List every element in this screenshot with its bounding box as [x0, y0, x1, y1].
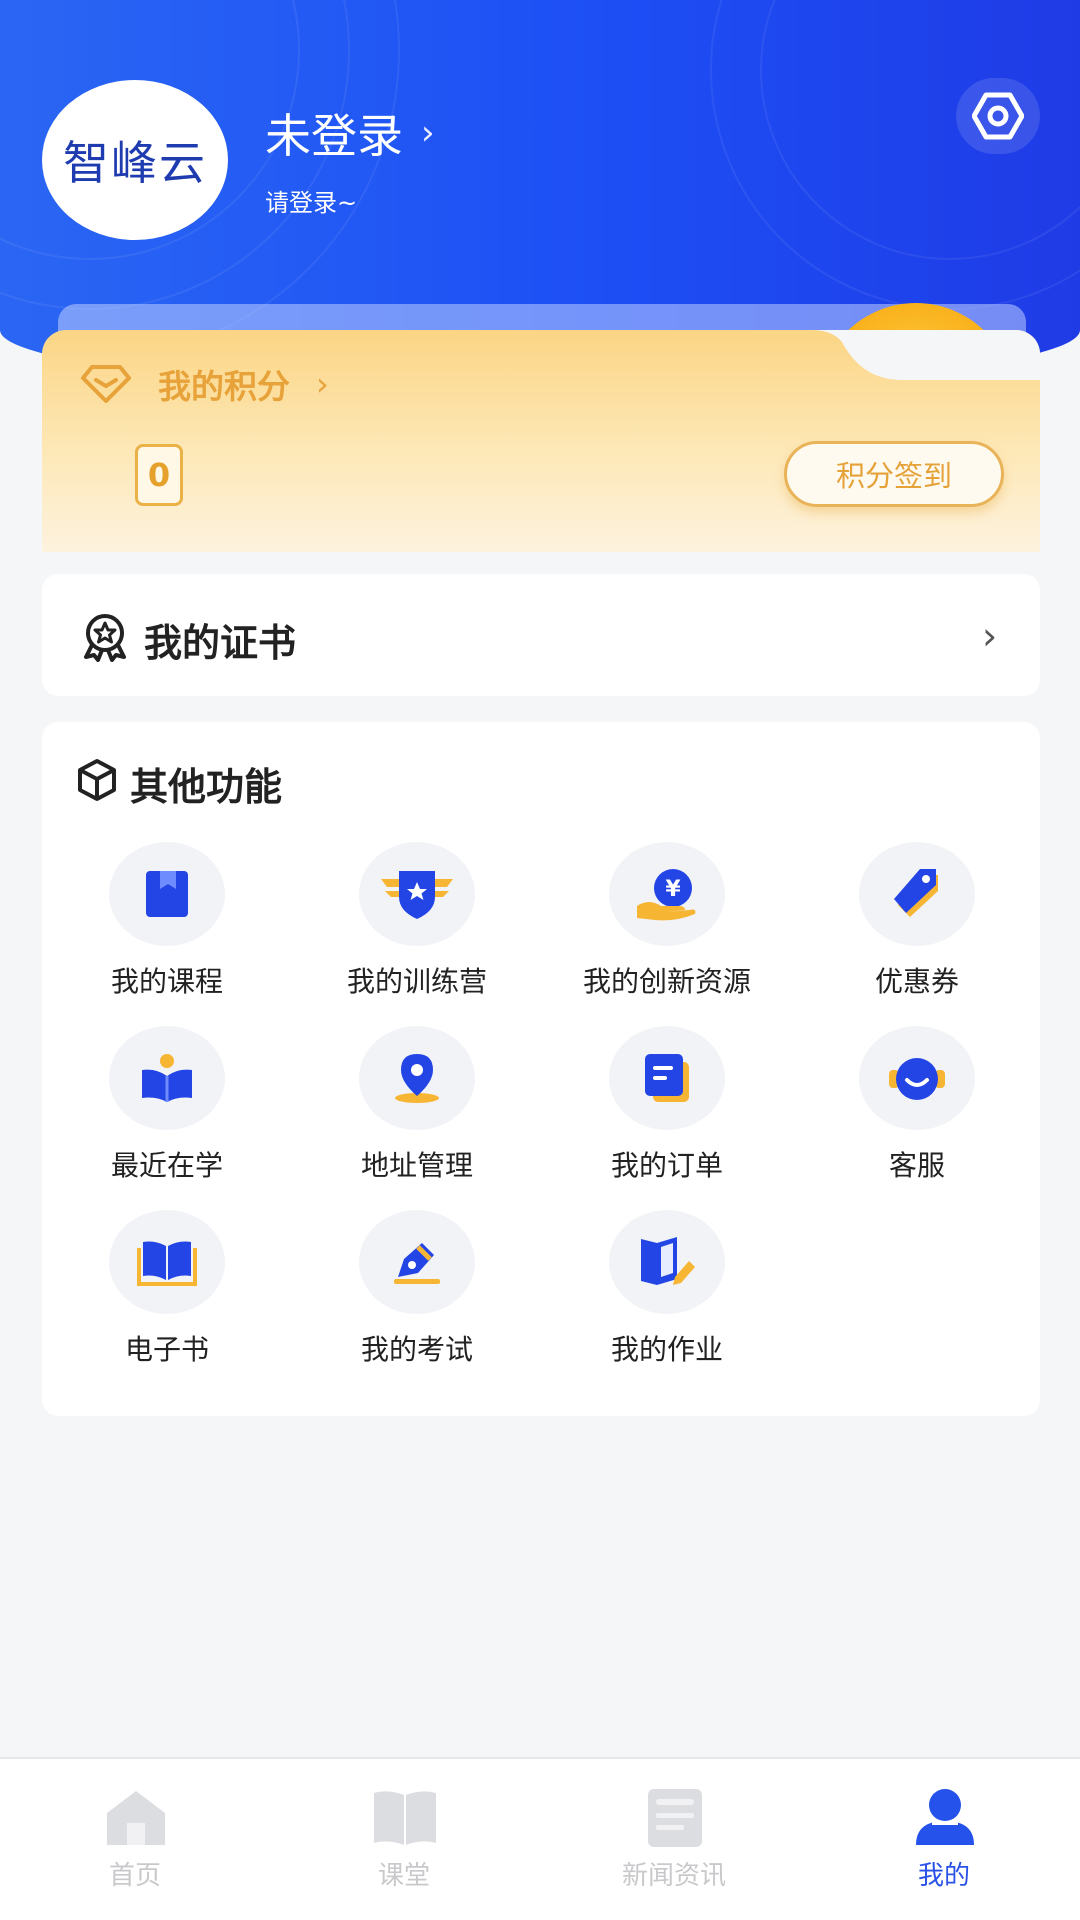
tab-profile[interactable]: 我的: [844, 1771, 1044, 1911]
settings-hex-icon: [972, 92, 1024, 140]
chevron-right-icon: ›: [982, 614, 998, 658]
chevron-right-icon: ›: [316, 365, 329, 403]
avatar[interactable]: 智峰云: [42, 80, 228, 240]
function-label: 我的考试: [360, 1333, 473, 1366]
training-camp-badge-icon: [381, 871, 453, 919]
checkin-button[interactable]: 积分签到: [784, 441, 1004, 507]
function-ebook[interactable]: 电子书: [38, 1210, 288, 1370]
avatar-text: 智峰云: [63, 136, 207, 190]
other-functions-title: 其他功能: [130, 765, 283, 809]
svg-text:¥: ¥: [665, 877, 681, 902]
function-my-training-camp[interactable]: 我的训练营: [288, 842, 538, 1002]
function-label: 我的创新资源: [582, 965, 751, 998]
order-doc-icon: [645, 1054, 689, 1102]
function-label: 我的订单: [610, 1149, 723, 1182]
function-label: 我的课程: [110, 965, 223, 998]
exam-pen-icon: [394, 1243, 440, 1284]
function-label: 优惠券: [874, 965, 959, 998]
function-label: 最近在学: [110, 1149, 223, 1182]
function-innovation-resources[interactable]: ¥ 我的创新资源: [538, 842, 788, 1002]
tab-label: 课堂: [377, 1861, 430, 1891]
certificate-medal-icon: [84, 614, 126, 662]
customer-service-icon: [889, 1058, 945, 1100]
points-title: 我的积分: [158, 367, 290, 406]
function-label: 我的作业: [610, 1333, 723, 1366]
function-label: 我的训练营: [346, 965, 487, 998]
cube-icon: [78, 759, 116, 801]
login-subtitle[interactable]: 请登录~: [265, 183, 357, 218]
function-label: 客服: [888, 1149, 945, 1182]
bottom-tab-bar: 首页 课堂 新闻资讯 我的: [0, 1757, 1080, 1920]
certificate-label: 我的证书: [144, 621, 297, 665]
function-label: 电子书: [124, 1333, 209, 1366]
points-value: 0: [135, 444, 183, 506]
course-book-icon: [146, 871, 188, 917]
tab-news[interactable]: 新闻资讯: [574, 1771, 774, 1911]
tab-label: 我的: [917, 1861, 970, 1891]
diamond-icon: [81, 365, 131, 403]
function-my-orders[interactable]: 我的订单: [538, 1026, 788, 1186]
function-recent-study[interactable]: 最近在学: [38, 1026, 288, 1186]
function-address-management[interactable]: 地址管理: [288, 1026, 538, 1186]
news-icon: [648, 1789, 702, 1847]
my-points-link[interactable]: 我的积分 ›: [80, 360, 329, 408]
tab-classroom[interactable]: 课堂: [304, 1771, 504, 1911]
recent-study-icon: [142, 1054, 192, 1102]
tab-home[interactable]: 首页: [35, 1771, 235, 1911]
classroom-book-icon: [374, 1791, 436, 1845]
function-label: 地址管理: [360, 1149, 473, 1182]
address-pin-icon: [395, 1054, 439, 1103]
home-icon: [107, 1791, 165, 1845]
login-title: 未登录: [265, 109, 403, 163]
function-my-homework[interactable]: 我的作业: [538, 1210, 788, 1370]
settings-button[interactable]: [956, 78, 1040, 154]
coupon-tag-icon: [894, 869, 938, 917]
innovation-resource-icon: ¥: [637, 869, 696, 921]
function-my-courses[interactable]: 我的课程: [38, 842, 288, 1002]
homework-icon: [641, 1237, 695, 1285]
ebook-icon: [137, 1241, 197, 1286]
function-my-exams[interactable]: 我的考试: [288, 1210, 538, 1370]
function-coupons[interactable]: 优惠券: [788, 842, 1038, 1002]
function-customer-service[interactable]: 客服: [788, 1026, 1038, 1186]
tab-label: 首页: [108, 1861, 161, 1891]
profile-icon: [916, 1789, 974, 1845]
login-link[interactable]: 未登录 ›: [265, 100, 435, 166]
tab-label: 新闻资讯: [621, 1861, 726, 1891]
chevron-right-icon: ›: [421, 113, 435, 153]
